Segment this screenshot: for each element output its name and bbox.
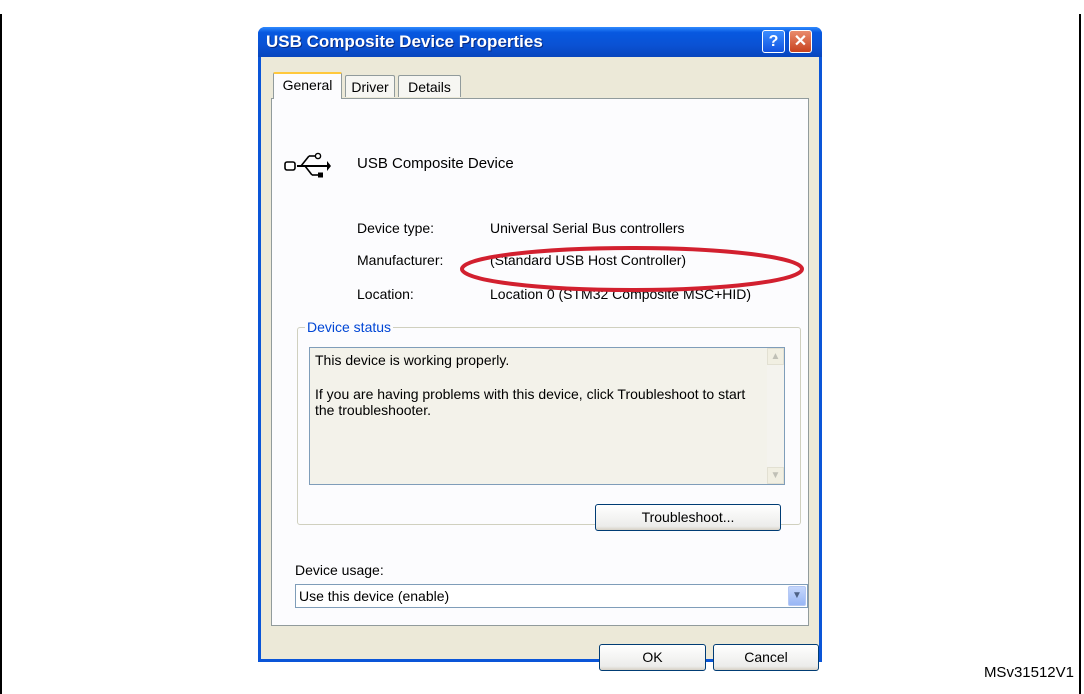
help-button[interactable]: ?: [762, 30, 785, 53]
dialog-client-area: General Driver Details USB Composite Dev…: [261, 57, 819, 671]
status-line-2: If you are having problems with this dev…: [315, 386, 746, 418]
device-usage-select[interactable]: Use this device (enable) ▼: [295, 584, 808, 608]
status-scrollbar[interactable]: ▲ ▼: [767, 348, 784, 484]
tab-driver[interactable]: Driver: [345, 75, 395, 97]
manufacturer-label: Manufacturer:: [357, 252, 444, 268]
chevron-down-icon[interactable]: ▼: [788, 586, 806, 606]
device-type-value: Universal Serial Bus controllers: [490, 220, 685, 236]
status-line-1: This device is working properly.: [315, 352, 510, 368]
device-status-group-label: Device status: [305, 319, 394, 335]
dialog-title: USB Composite Device Properties: [266, 32, 543, 51]
device-usage-value: Use this device (enable): [299, 588, 450, 604]
figure-caption-strip: [0, 0, 1084, 14]
title-bar[interactable]: USB Composite Device Properties ? ✕: [258, 27, 822, 57]
scroll-up-icon[interactable]: ▲: [767, 348, 784, 365]
figure-reference: MSv31512V1: [983, 664, 1074, 681]
usb-icon: [284, 152, 331, 178]
troubleshoot-button[interactable]: Troubleshoot...: [595, 504, 781, 531]
device-name: USB Composite Device: [357, 155, 514, 172]
device-usage-label: Device usage:: [295, 562, 384, 578]
scroll-down-icon[interactable]: ▼: [767, 467, 784, 484]
ok-button[interactable]: OK: [599, 644, 706, 671]
properties-dialog: USB Composite Device Properties ? ✕ Gene…: [258, 27, 822, 671]
highlight-ellipse: [460, 246, 804, 292]
device-status-textbox[interactable]: This device is working properly. If you …: [309, 347, 785, 485]
device-type-label: Device type:: [357, 220, 435, 236]
tab-general[interactable]: General: [273, 72, 342, 99]
tab-details[interactable]: Details: [398, 75, 461, 97]
location-label: Location:: [357, 286, 414, 302]
cancel-button[interactable]: Cancel: [713, 644, 819, 671]
close-button[interactable]: ✕: [789, 30, 812, 53]
